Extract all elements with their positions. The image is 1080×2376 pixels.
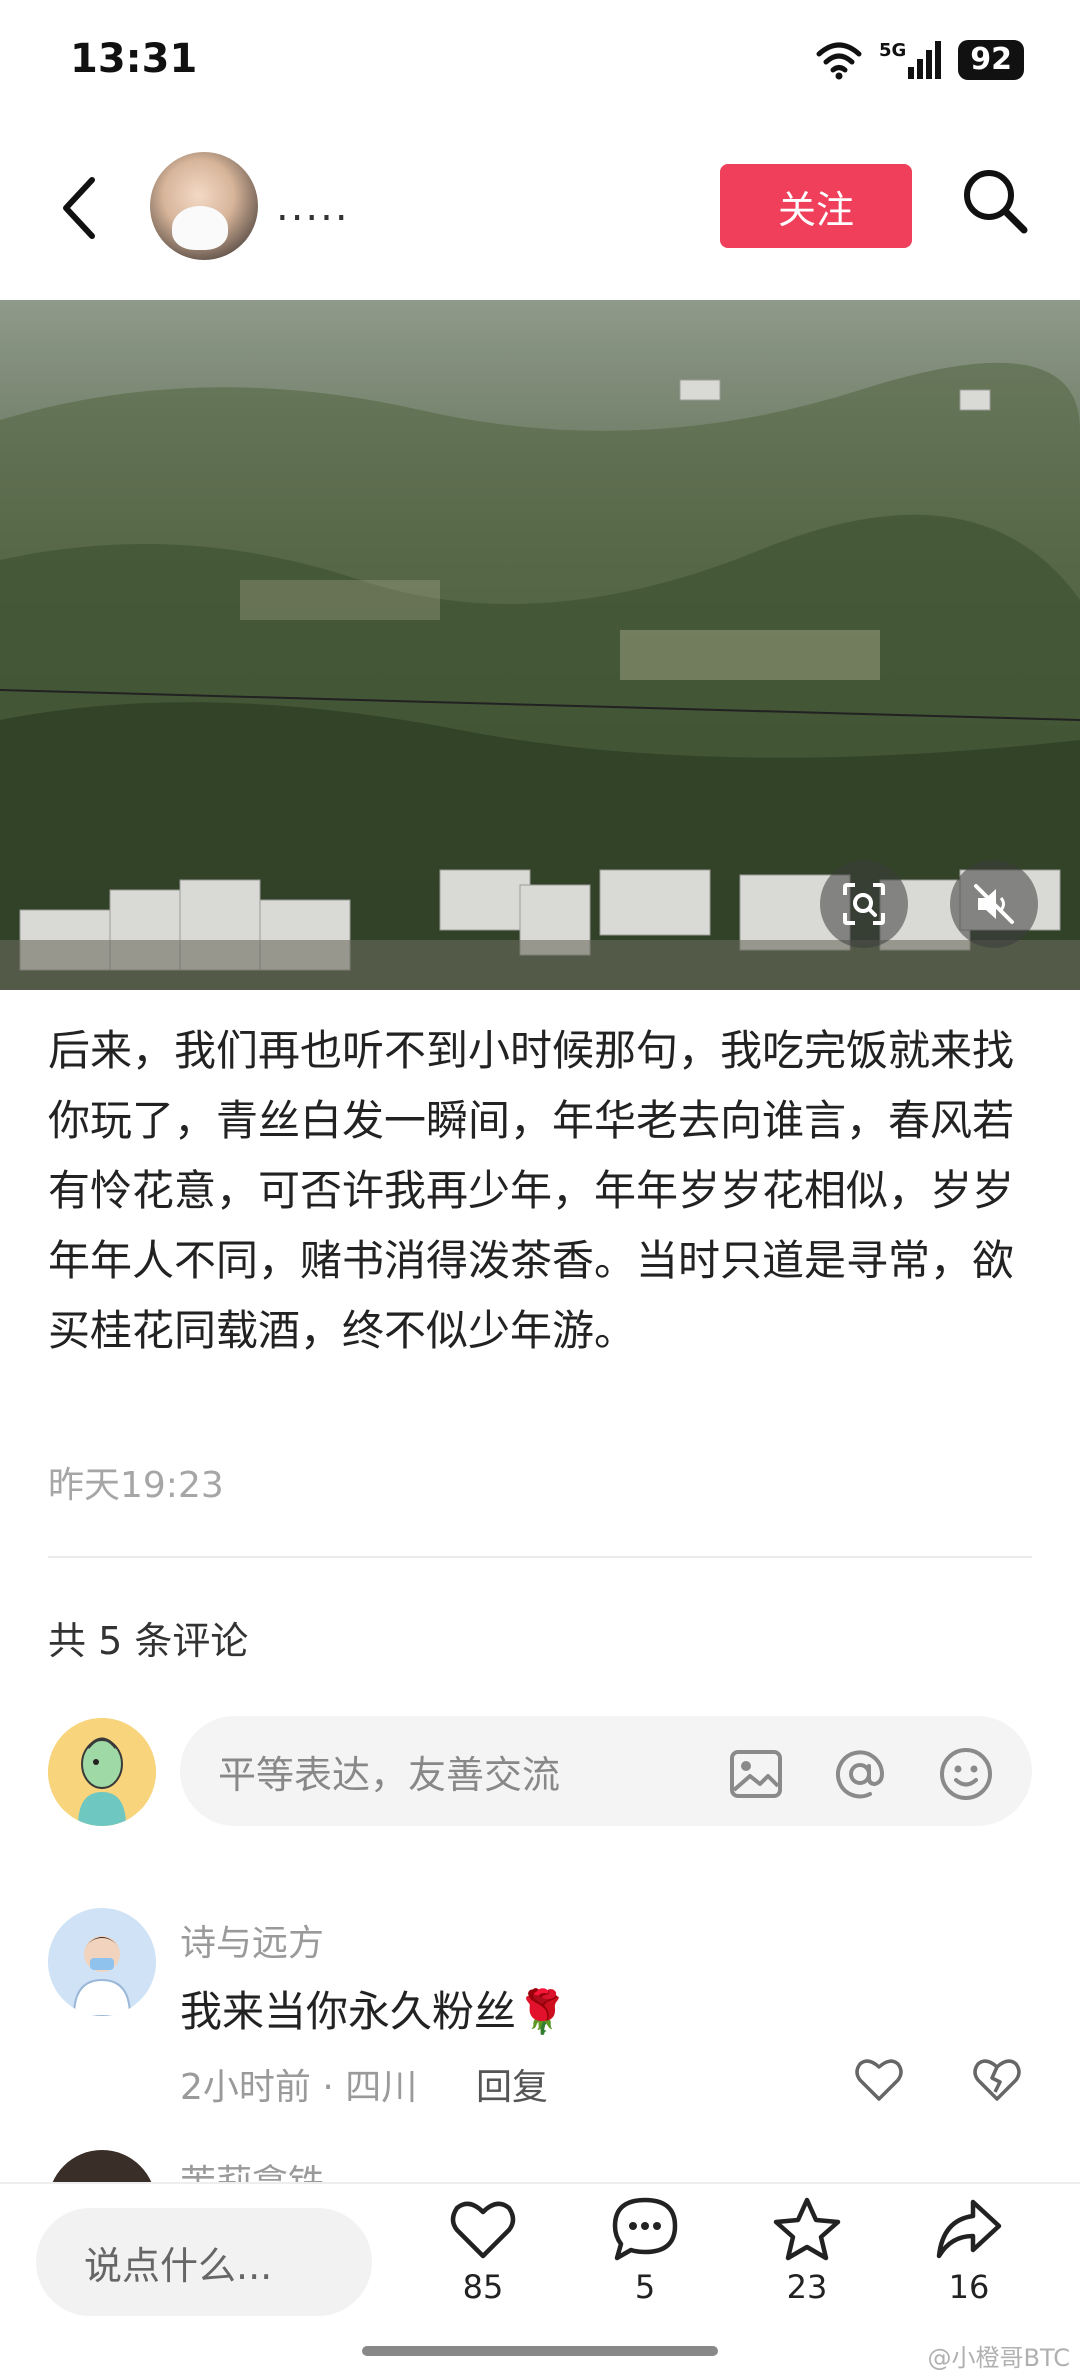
heart-icon: [855, 2059, 903, 2101]
image-scan-button[interactable]: [820, 860, 908, 948]
watermark: @小橙哥BTC: [927, 2344, 1070, 2372]
image-icon: [730, 1750, 782, 1798]
muted-speaker-icon: [974, 884, 1014, 924]
comment-input[interactable]: 平等表达，友善交流: [180, 1716, 1032, 1826]
favorite-button[interactable]: 23: [752, 2196, 862, 2306]
smiley-icon: [940, 1748, 992, 1800]
comment-text: 我来当你永久粉丝🌹: [180, 1987, 569, 2036]
say-something-input[interactable]: 说点什么...: [36, 2208, 372, 2316]
chevron-left-icon: [63, 177, 95, 239]
image-picker-button[interactable]: [728, 1746, 784, 1802]
comment-dislike-button[interactable]: [970, 2052, 1024, 2106]
doctor-avatar-icon: [48, 1908, 156, 2016]
comment-count-number: 5: [634, 2268, 656, 2306]
back-button[interactable]: [52, 168, 112, 248]
heart-icon: [450, 2201, 516, 2259]
network-type: 5G: [878, 39, 907, 61]
battery-level: 92: [958, 40, 1024, 80]
mute-button[interactable]: [950, 860, 1038, 948]
cat-figure: [172, 206, 228, 250]
author-name[interactable]: .....: [276, 184, 350, 230]
signal-icon: [908, 41, 942, 79]
comment-input-placeholder: 平等表达，友善交流: [218, 1752, 561, 1797]
at-sign-icon: [836, 1750, 885, 1799]
comment-like-button[interactable]: [852, 2052, 906, 2106]
chat-bubble-icon: [612, 2197, 678, 2261]
status-time: 13:31: [70, 36, 198, 82]
comment-count: 共 5 条评论: [48, 1619, 249, 1663]
like-button[interactable]: 85: [428, 2196, 538, 2306]
follow-button[interactable]: 关注: [720, 164, 912, 248]
scan-search-icon: [843, 883, 885, 925]
favorite-count: 23: [786, 2268, 828, 2306]
post-body: 后来，我们再也听不到小时候那句，我吃完饭就来找你玩了，青丝白发一瞬间，年华老去向…: [48, 1026, 1015, 1355]
reply-button[interactable]: 回复: [476, 2058, 548, 2110]
mention-button[interactable]: [832, 1746, 888, 1802]
search-button[interactable]: [960, 166, 1030, 236]
status-icons: 5G 92: [815, 40, 1024, 80]
like-count: 85: [462, 2268, 504, 2306]
post-image[interactable]: [0, 300, 1080, 990]
comment-avatar[interactable]: [48, 1908, 156, 2016]
search-icon: [964, 170, 1028, 234]
my-avatar[interactable]: [48, 1718, 156, 1826]
post-time: 昨天19:23: [48, 1465, 224, 1506]
author-avatar[interactable]: [150, 152, 258, 260]
star-icon: [773, 2197, 841, 2261]
comment-button[interactable]: 5: [590, 2196, 700, 2306]
comment-author[interactable]: 诗与远方: [180, 1914, 324, 1966]
divider: [48, 1556, 1032, 1558]
home-indicator[interactable]: [362, 2346, 718, 2356]
wifi-icon: [816, 42, 862, 80]
share-button[interactable]: 16: [914, 2196, 1024, 2306]
cartoon-avatar-icon: [48, 1718, 156, 1826]
share-arrow-icon: [936, 2199, 1002, 2259]
broken-heart-icon: [973, 2059, 1021, 2101]
comment-meta: 2小时前 · 四川: [180, 2067, 418, 2108]
emoji-button[interactable]: [938, 1746, 994, 1802]
share-count: 16: [948, 2268, 990, 2306]
